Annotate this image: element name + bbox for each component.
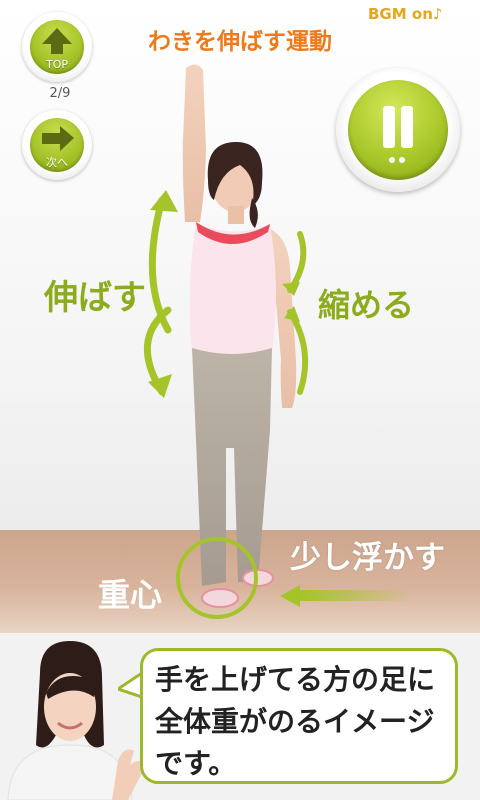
pants xyxy=(192,348,272,586)
top-button-face: TOP xyxy=(30,20,84,74)
bgm-toggle[interactable]: BGM on♪ xyxy=(368,5,442,23)
stretch-label: 伸ばす xyxy=(44,278,146,318)
pause-icon xyxy=(383,106,395,148)
shrink-label: 縮める xyxy=(318,286,415,324)
float-arrow-head xyxy=(280,585,300,607)
top-button-label: TOP xyxy=(45,58,68,71)
pause-button-face xyxy=(348,80,448,180)
instructor-avatar xyxy=(7,641,146,800)
top-button[interactable]: TOP xyxy=(22,12,92,82)
speech-text: 手を上げてる方の足に全体重がのるイメージです。 xyxy=(155,663,436,780)
indicator-dot xyxy=(389,157,395,163)
raised-arm xyxy=(182,64,206,222)
next-button-face: 次へ xyxy=(30,118,84,172)
pause-button[interactable] xyxy=(336,68,460,192)
left-shoe xyxy=(201,588,239,608)
progress-counter: 2/9 xyxy=(49,86,71,101)
speech-bubble: 手を上げてる方の足に全体重がのるイメージです。 xyxy=(140,648,458,784)
next-button[interactable]: 次へ xyxy=(22,110,92,180)
float-label: 少し浮かす xyxy=(290,540,445,576)
center-of-gravity-label: 重心 xyxy=(98,576,163,614)
next-button-label: 次へ xyxy=(46,156,68,169)
exercise-title: わきを伸ばす運動 xyxy=(148,29,332,55)
